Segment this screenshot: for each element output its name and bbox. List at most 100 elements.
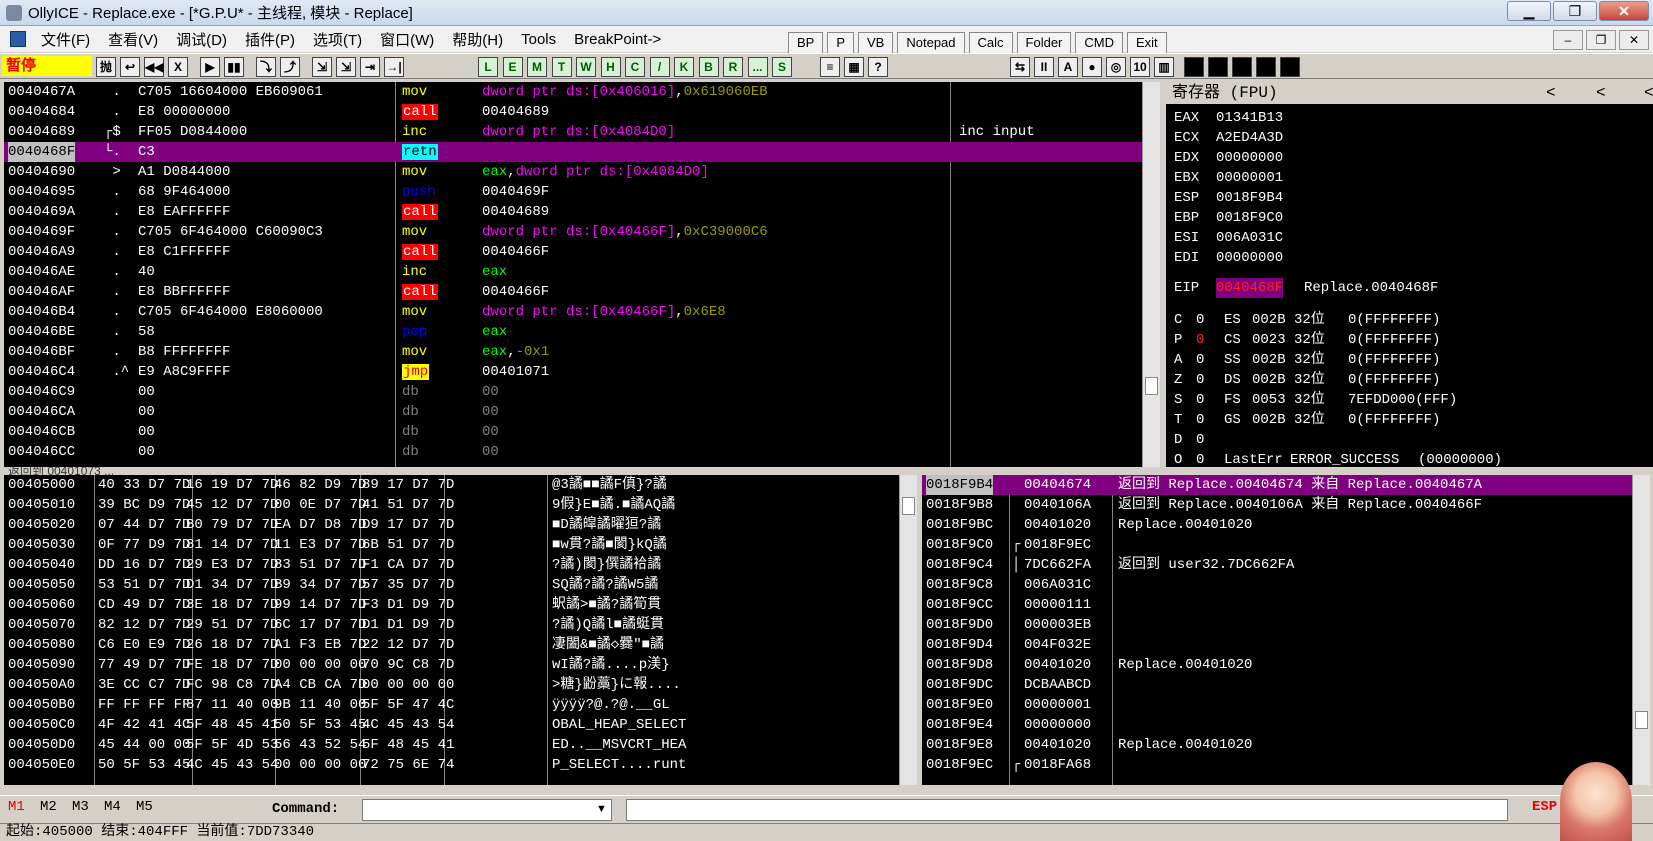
window-button-C[interactable]: C xyxy=(625,57,645,77)
dump-row[interactable]: 004050D0 45 44 00 00 5F 5F 4D 53 56 43 52 5… xyxy=(4,735,899,755)
flag-row[interactable]: T 0 GS 002B 32位 0(FFFFFFFF) xyxy=(1166,410,1653,430)
toolbar-button-2[interactable]: ◀◀ xyxy=(144,57,164,77)
register-row[interactable]: ESI 006A031C xyxy=(1166,228,1653,248)
plugin-button-4[interactable]: ◎ xyxy=(1106,57,1126,77)
stack-row[interactable]: 0018F9B8 0040106A 返回到 Replace.0040106A 来自 … xyxy=(922,495,1632,515)
window-button-W[interactable]: W xyxy=(576,57,596,77)
calc-button[interactable]: Calc xyxy=(968,32,1013,54)
stack-row[interactable]: 0018F9D4 004F032E xyxy=(922,635,1632,655)
menu-help[interactable]: 帮助(H) xyxy=(443,29,512,50)
plugin-button-3[interactable]: ● xyxy=(1082,57,1102,77)
flag-row[interactable]: A 0 SS 002B 32位 0(FFFFFFFF) xyxy=(1166,350,1653,370)
toolbar-button-6[interactable]: ⤵ xyxy=(256,57,276,77)
plugin-button-5[interactable]: 10 xyxy=(1130,57,1150,77)
window-button-K[interactable]: K xyxy=(674,57,694,77)
minimize-button[interactable]: ▁ xyxy=(1507,1,1551,21)
registers-pane[interactable]: 寄存器 (FPU) < < < EAX 01341B13 ECX A2ED4A3D ED… xyxy=(1166,82,1653,467)
disasm-row[interactable]: 0040468F └. C3 retn xyxy=(4,142,1142,162)
stack-row[interactable]: 0018F9EC ┌ 0018FA68 xyxy=(922,755,1632,775)
disasm-row[interactable]: 004046C4 .^ E9 A8C9FFFF jmp 00401071 xyxy=(4,362,1142,382)
reg-nav-left[interactable]: < xyxy=(1546,82,1556,104)
cmd-button[interactable]: CMD xyxy=(1075,32,1123,54)
dump-row[interactable]: 00405080 C6 E0 E9 7D 26 18 D7 7D A1 F3 EB 7… xyxy=(4,635,899,655)
menu-breakpoint[interactable]: BreakPoint-> xyxy=(565,31,670,48)
stack-row[interactable]: 0018F9D0 000003EB xyxy=(922,615,1632,635)
disasm-row[interactable]: 004046BE . 58 pop eax xyxy=(4,322,1142,342)
menu-file[interactable]: 文件(F) xyxy=(32,29,99,50)
dump-row[interactable]: 00405030 0F 77 D9 7D 81 14 D7 7D 11 E3 D7 7… xyxy=(4,535,899,555)
memory-dump-pane[interactable]: 00405000 40 33 D7 7D 16 19 D7 7D 46 82 D9 7… xyxy=(4,475,899,785)
menu-window[interactable]: 窗口(W) xyxy=(371,29,443,50)
window-button-L[interactable]: L xyxy=(478,57,498,77)
window-button-...[interactable]: ... xyxy=(747,57,768,77)
dump-row[interactable]: 004050A0 3E CC C7 7D FC 98 C8 7D A4 CB CA 7… xyxy=(4,675,899,695)
command-input[interactable] xyxy=(362,799,612,821)
menu-options[interactable]: 选项(T) xyxy=(304,29,371,50)
register-row[interactable]: EBX 00000001 xyxy=(1166,168,1653,188)
window-button-T[interactable]: T xyxy=(551,57,572,77)
disasm-row[interactable]: 00404695 . 68 9F464000 push 0040469F xyxy=(4,182,1142,202)
dump-row[interactable]: 004050E0 50 5F 53 45 4C 45 43 54 00 00 00 0… xyxy=(4,755,899,775)
stack-row[interactable]: 0018F9C4 │ 7DC662FA 返回到 user32.7DC662FA xyxy=(922,555,1632,575)
dump-row[interactable]: 004050C0 4F 42 41 4C 5F 48 45 41 50 5F 53 4… xyxy=(4,715,899,735)
stack-row[interactable]: 0018F9E4 00000000 xyxy=(922,715,1632,735)
window-button-/[interactable]: / xyxy=(649,57,670,77)
register-row[interactable]: EDI 00000000 xyxy=(1166,248,1653,268)
plugin-button-1[interactable]: II xyxy=(1034,57,1054,77)
disasm-row[interactable]: 0040469A . E8 EAFFFFFF call 00404689 xyxy=(4,202,1142,222)
p-button[interactable]: P xyxy=(827,32,855,54)
stack-row[interactable]: 0018F9C0 ┌ 0018F9EC xyxy=(922,535,1632,555)
stack-row[interactable]: 0018F9E8 00401020 Replace.00401020 xyxy=(922,735,1632,755)
notepad-button[interactable]: Notepad xyxy=(897,32,965,54)
toolbar-extra-button-1[interactable]: ▦ xyxy=(844,57,864,77)
toolbar-extra-button-2[interactable]: ? xyxy=(868,57,888,77)
flag-row[interactable]: P 0 CS 0023 32位 0(FFFFFFFF) xyxy=(1166,330,1653,350)
plugin-slot-2[interactable] xyxy=(1232,57,1252,77)
dump-row[interactable]: 00405040 DD 16 D7 7D 29 E3 D7 7D 83 51 D7 7… xyxy=(4,555,899,575)
toolbar-button-10[interactable]: ⇥ xyxy=(360,57,380,77)
flag-row[interactable]: O 0 LastErr ERROR_SUCCESS (00000000) xyxy=(1166,450,1653,467)
dump-row[interactable]: 00405020 07 44 D7 7D B0 79 D7 7D EA D7 D8 7… xyxy=(4,515,899,535)
window-button-R[interactable]: R xyxy=(723,57,743,77)
stack-row[interactable]: 0018F9E0 00000001 xyxy=(922,695,1632,715)
menu-debug[interactable]: 调试(D) xyxy=(167,29,236,50)
toolbar-button-0[interactable]: 抛 xyxy=(96,57,116,77)
dump-scrollbar[interactable] xyxy=(899,475,917,785)
maximize-button[interactable]: ❐ xyxy=(1553,1,1597,21)
window-button-B[interactable]: B xyxy=(698,57,719,77)
dump-row[interactable]: 004050B0 FF FF FF FF 87 11 40 00 9B 11 40 0… xyxy=(4,695,899,715)
stack-pane[interactable]: 0018F9B4 00404674 返回到 Replace.00404674 来自 … xyxy=(922,475,1632,785)
toolbar-button-8[interactable]: ⇲ xyxy=(312,57,332,77)
dump-row[interactable]: 00405000 40 33 D7 7D 16 19 D7 7D 46 82 D9 7… xyxy=(4,475,899,495)
toolbar-extra-button-0[interactable]: ≡ xyxy=(820,57,840,77)
disasm-row[interactable]: 00404684 . E8 00000000 call 00404689 xyxy=(4,102,1142,122)
window-button-M[interactable]: M xyxy=(527,57,547,77)
tab-m4[interactable]: M4 xyxy=(104,799,121,815)
register-row[interactable]: ESP 0018F9B4 xyxy=(1166,188,1653,208)
disasm-row[interactable]: 00404689 ┌$ FF05 D0844000 inc dword ptr ds:[… xyxy=(4,122,1142,142)
register-row[interactable]: EDX 00000000 xyxy=(1166,148,1653,168)
tab-m5[interactable]: M5 xyxy=(136,799,153,815)
disasm-row[interactable]: 004046CA 00 db 00 xyxy=(4,402,1142,422)
plugin-button-0[interactable]: ⇆ xyxy=(1010,57,1030,77)
stack-row[interactable]: 0018F9D8 00401020 Replace.00401020 xyxy=(922,655,1632,675)
disasm-row[interactable]: 004046AF . E8 BBFFFFFF call 0040466F xyxy=(4,282,1142,302)
plugin-slot-1[interactable] xyxy=(1208,57,1228,77)
disasm-row[interactable]: 004046A9 . E8 C1FFFFFF call 0040466F xyxy=(4,242,1142,262)
stack-row[interactable]: 0018F9DC DCBAABCD xyxy=(922,675,1632,695)
folder-button[interactable]: Folder xyxy=(1016,32,1072,54)
disasm-row[interactable]: 004046CC 00 db 00 xyxy=(4,442,1142,462)
window-button-E[interactable]: E xyxy=(502,57,523,77)
flag-row[interactable]: Z 0 DS 002B 32位 0(FFFFFFFF) xyxy=(1166,370,1653,390)
dump-row[interactable]: 00405060 CD 49 D7 7D 3E 18 D7 7D 99 14 D7 7… xyxy=(4,595,899,615)
stack-row[interactable]: 0018F9CC 00000111 xyxy=(922,595,1632,615)
close-button[interactable]: ✕ xyxy=(1599,1,1649,21)
disasm-row[interactable]: 004046BF . B8 FFFFFFFF mov eax,-0x1 xyxy=(4,342,1142,362)
dump-row[interactable]: 00405070 82 12 D7 7D 29 51 D7 7D 6C 17 D7 7… xyxy=(4,615,899,635)
exit-button[interactable]: Exit xyxy=(1127,32,1167,54)
register-row[interactable]: EBP 0018F9C0 xyxy=(1166,208,1653,228)
disasm-row[interactable]: 004046AE . 40 inc eax xyxy=(4,262,1142,282)
flag-row[interactable]: D0 xyxy=(1166,430,1653,450)
reg-nav-left-3[interactable]: < xyxy=(1644,82,1653,104)
flag-row[interactable]: C 0 ES 002B 32位 0(FFFFFFFF) xyxy=(1166,310,1653,330)
